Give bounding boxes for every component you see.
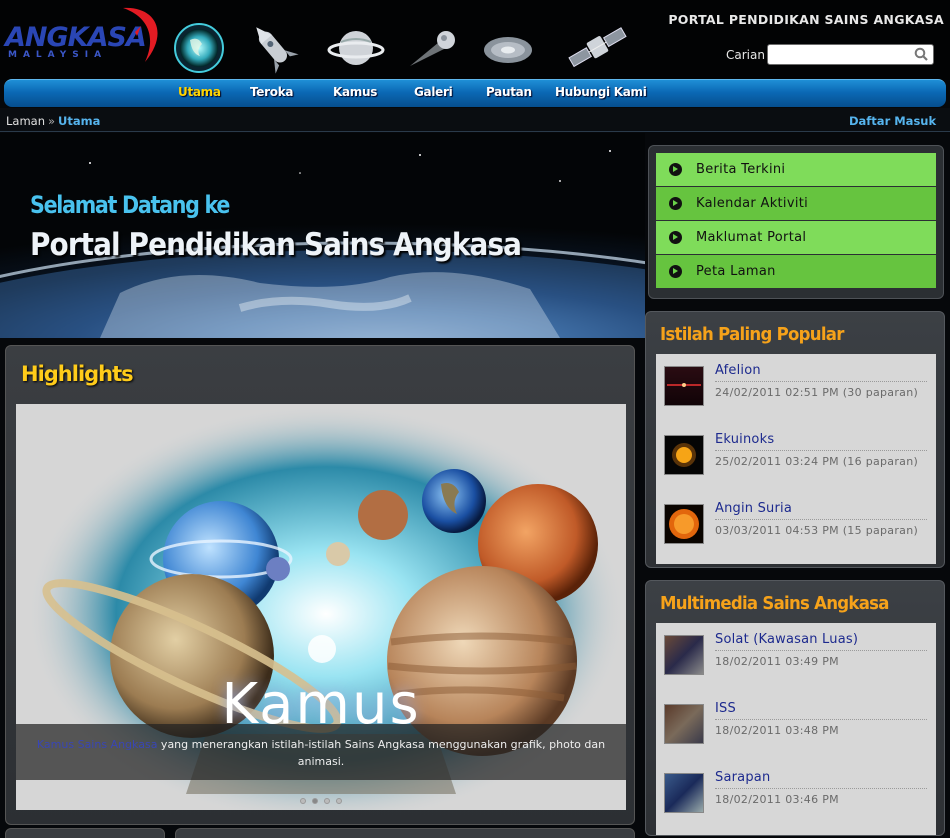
menu-label: Kalendar Aktiviti (696, 196, 809, 211)
media-meta: 18/02/2011 03:46 PM (715, 793, 839, 806)
galaxy-nav-icon[interactable] (479, 20, 537, 76)
highlights-panel: Highlights Kamus Kamus Sains Angkasa yan… (5, 345, 635, 825)
list-item: Sarapan 18/02/2011 03:46 PM (656, 761, 936, 830)
divider (715, 719, 927, 720)
bottom-panel-left (5, 828, 165, 838)
media-meta: 18/02/2011 03:48 PM (715, 724, 839, 737)
angin-suria-thumbnail[interactable] (664, 504, 704, 544)
multimedia-title: Multimedia Sains Angkasa (660, 593, 889, 614)
side-menu: Berita Terkini Kalendar Aktiviti Makluma… (648, 145, 944, 299)
welcome-line-1: Selamat Datang ke (30, 191, 230, 219)
multimedia-list: Solat (Kawasan Luas) 18/02/2011 03:49 PM… (656, 623, 936, 835)
welcome-banner: Selamat Datang ke Portal Pendidikan Sain… (0, 133, 645, 338)
menu-peta-laman[interactable]: Peta Laman (656, 255, 936, 288)
list-item: Afelion 24/02/2011 02:51 PM (30 paparan) (656, 354, 936, 423)
menu-label: Maklumat Portal (696, 230, 807, 245)
popular-terms-panel: Istilah Paling Popular Afelion 24/02/201… (645, 311, 945, 568)
term-link[interactable]: Ekuinoks (715, 432, 774, 447)
breadcrumb: Laman » Utama Daftar Masuk (0, 108, 950, 132)
list-item: Angin Suria 03/03/2011 04:53 PM (15 papa… (656, 492, 936, 561)
solat-thumbnail[interactable] (664, 635, 704, 675)
term-meta: 03/03/2011 04:53 PM (15 paparan) (715, 524, 919, 537)
nav-item-kamus[interactable]: Kamus (333, 85, 377, 99)
search-box (767, 44, 934, 66)
slide-dot-4[interactable] (336, 798, 342, 804)
welcome-line-2: Portal Pendidikan Sains Angkasa (30, 227, 522, 263)
term-link[interactable]: Afelion (715, 363, 761, 378)
highlight-slide[interactable]: Kamus Kamus Sains Angkasa yang menerangk… (16, 404, 626, 810)
popular-terms-title: Istilah Paling Popular (660, 324, 844, 345)
breadcrumb-separator: » (48, 114, 56, 128)
slide-dot-1[interactable] (300, 798, 306, 804)
media-link[interactable]: ISS (715, 701, 736, 716)
slide-caption: Kamus Sains Angkasa yang menerangkan ist… (16, 724, 626, 780)
rocket-nav-icon[interactable] (245, 20, 303, 76)
caption-link[interactable]: Kamus Sains Angkasa (37, 738, 158, 751)
menu-maklumat-portal[interactable]: Maklumat Portal (656, 221, 936, 254)
menu-kalendar-aktiviti[interactable]: Kalendar Aktiviti (656, 187, 936, 220)
logo-swoosh-icon (123, 7, 158, 62)
slide-dot-2[interactable] (312, 798, 318, 804)
breadcrumb-current: Utama (58, 114, 101, 128)
menu-label: Peta Laman (696, 264, 776, 279)
main-nav: Utama Teroka Kamus Galeri Pautan Hubungi… (4, 79, 946, 107)
login-link[interactable]: Daftar Masuk (849, 114, 936, 128)
highlights-title: Highlights (21, 362, 134, 386)
slide-pagination (16, 789, 626, 808)
search-icon[interactable] (914, 47, 928, 61)
arrow-right-icon (669, 163, 682, 176)
arrow-right-icon (669, 231, 682, 244)
header: ANGKASA MALAYSIA PORTAL PENDIDIKAN SAINS… (0, 0, 950, 80)
ekuinoks-thumbnail[interactable] (664, 435, 704, 475)
sarapan-thumbnail[interactable] (664, 773, 704, 813)
search-label: Carian (726, 48, 765, 62)
afelion-thumbnail[interactable] (664, 366, 704, 406)
nav-item-hubungi-kami[interactable]: Hubungi Kami (555, 85, 647, 99)
angkasa-logo[interactable]: ANGKASA MALAYSIA (5, 7, 165, 68)
nav-item-galeri[interactable]: Galeri (414, 85, 453, 99)
media-link[interactable]: Sarapan (715, 770, 770, 785)
bottom-panel-right (175, 828, 635, 838)
nav-item-teroka[interactable]: Teroka (250, 85, 293, 99)
divider (715, 650, 927, 651)
planet-nav-icon[interactable] (327, 20, 385, 76)
term-link[interactable]: Angin Suria (715, 501, 792, 516)
popular-terms-list: Afelion 24/02/2011 02:51 PM (30 paparan)… (656, 354, 936, 564)
page: ANGKASA MALAYSIA PORTAL PENDIDIKAN SAINS… (0, 0, 950, 838)
caption-text: yang menerangkan istilah-istilah Sains A… (157, 738, 606, 768)
comet-nav-icon[interactable] (404, 20, 462, 76)
list-item: ISS 18/02/2011 03:48 PM (656, 692, 936, 761)
menu-berita-terkini[interactable]: Berita Terkini (656, 153, 936, 186)
term-meta: 25/02/2011 03:24 PM (16 paparan) (715, 455, 919, 468)
iss-thumbnail[interactable] (664, 704, 704, 744)
arrow-right-icon (669, 197, 682, 210)
breadcrumb-home[interactable]: Laman (6, 114, 45, 128)
multimedia-panel: Multimedia Sains Angkasa Solat (Kawasan … (645, 580, 945, 836)
list-item: Solat (Kawasan Luas) 18/02/2011 03:49 PM (656, 623, 936, 692)
term-meta: 24/02/2011 02:51 PM (30 paparan) (715, 386, 919, 399)
earth-nav-icon[interactable] (170, 20, 228, 76)
divider (715, 788, 927, 789)
arrow-right-icon (669, 265, 682, 278)
media-meta: 18/02/2011 03:49 PM (715, 655, 839, 668)
portal-title: PORTAL PENDIDIKAN SAINS ANGKASA (668, 12, 944, 27)
menu-label: Berita Terkini (696, 162, 786, 177)
divider (715, 381, 927, 382)
nav-item-utama[interactable]: Utama (178, 85, 221, 99)
divider (715, 519, 927, 520)
list-item: Ekuinoks 25/02/2011 03:24 PM (16 paparan… (656, 423, 936, 492)
search-input[interactable] (768, 47, 908, 66)
slide-dot-3[interactable] (324, 798, 330, 804)
satellite-nav-icon[interactable] (566, 20, 627, 76)
divider (715, 450, 927, 451)
nav-item-pautan[interactable]: Pautan (486, 85, 532, 99)
media-link[interactable]: Solat (Kawasan Luas) (715, 632, 858, 647)
